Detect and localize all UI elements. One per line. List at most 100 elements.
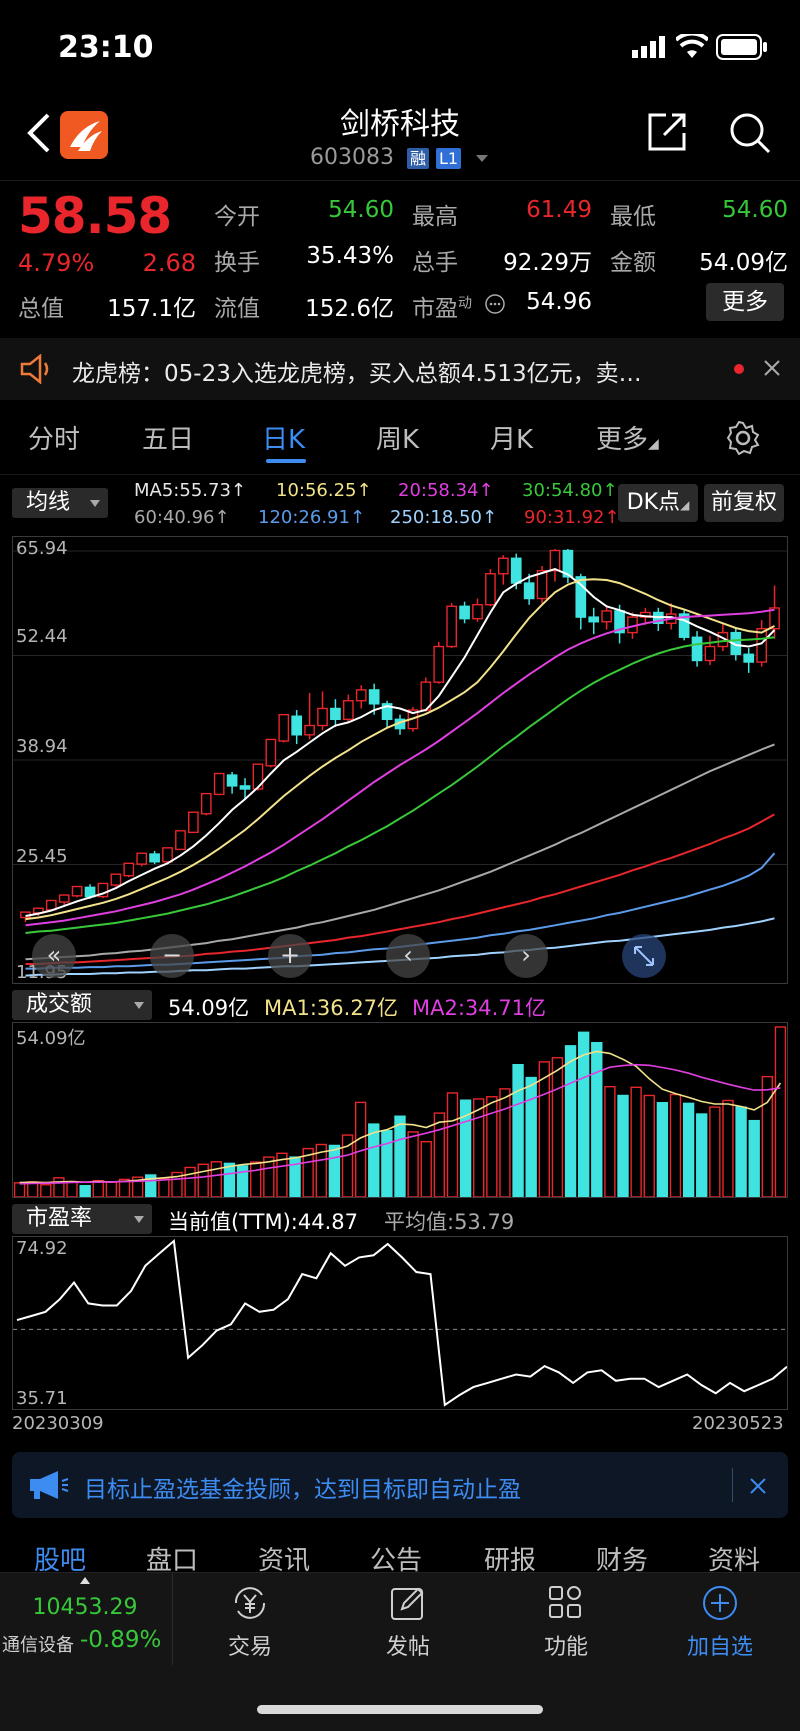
- candle-body: [743, 653, 755, 663]
- search-icon[interactable]: [728, 111, 772, 155]
- candle-body: [601, 610, 612, 623]
- candle-body: [265, 738, 277, 767]
- add-watchlist-button[interactable]: 加自选: [670, 1583, 770, 1661]
- tab-research[interactable]: 研报: [484, 1540, 536, 1572]
- volume-dropdown-label: 成交额: [26, 992, 93, 1017]
- cellular-signal-icon: [632, 36, 665, 58]
- candle-body: [175, 830, 186, 851]
- volume-current: 54.09亿: [168, 996, 250, 1020]
- functions-button[interactable]: 功能: [516, 1583, 616, 1661]
- volume-bar: [263, 1156, 275, 1197]
- zoom-in-button[interactable]: +: [268, 934, 312, 978]
- amount-label: 金额: [610, 250, 656, 276]
- volume-bar: [709, 1106, 721, 1197]
- fullscreen-button[interactable]: [622, 934, 666, 978]
- adjust-button[interactable]: 前复权: [704, 484, 784, 522]
- scroll-left-button[interactable]: ‹: [386, 934, 430, 978]
- pe-y-min: 35.71: [16, 1388, 68, 1409]
- indicator-dropdown[interactable]: 均线: [12, 488, 108, 518]
- pe-average: 平均值:53.79: [384, 1210, 515, 1234]
- volume-bar: [420, 1140, 432, 1197]
- volume-ma1: MA1:36.27亿: [264, 996, 399, 1020]
- fund-ad-banner[interactable]: 目标止盈选基金投顾，达到目标即自动止盈: [12, 1452, 788, 1518]
- trade-label: 交易: [227, 1635, 272, 1660]
- volume-bar: [643, 1094, 655, 1197]
- candle-body: [136, 852, 148, 865]
- volume-bar: [761, 1075, 774, 1197]
- volume-bar: [328, 1144, 341, 1197]
- volume-bar: [564, 1045, 577, 1197]
- pe-indicator-dropdown[interactable]: 市盈率: [12, 1204, 152, 1234]
- candle-body: [188, 811, 199, 834]
- volume-indicator-dropdown[interactable]: 成交额: [12, 990, 152, 1020]
- volume-bar: [669, 1093, 682, 1197]
- tab-forum[interactable]: 股吧: [34, 1540, 86, 1572]
- tab-weekly-k[interactable]: 周K: [376, 419, 419, 456]
- pe-chart[interactable]: [12, 1236, 788, 1410]
- share-icon[interactable]: [646, 111, 688, 153]
- volume-bar: [223, 1162, 236, 1197]
- candle-body: [162, 847, 173, 863]
- dk-point-button[interactable]: DK点◢: [618, 484, 698, 522]
- scroll-left-fast-button[interactable]: «: [32, 934, 76, 978]
- tab-daily-k[interactable]: 日K: [262, 419, 305, 456]
- candle-body: [304, 724, 315, 736]
- ma10-label: 10:56.25↑: [276, 480, 372, 501]
- tab-profile[interactable]: 资料: [708, 1540, 760, 1572]
- volume-bar: [105, 1181, 118, 1197]
- zoom-out-button[interactable]: −: [150, 934, 194, 978]
- tab-finance[interactable]: 财务: [596, 1540, 648, 1572]
- candle-body: [756, 628, 767, 663]
- candle-body: [691, 636, 703, 662]
- add-watchlist-label: 加自选: [686, 1635, 753, 1660]
- candle-body: [58, 894, 70, 903]
- ma90-label: 90:31.92↑: [524, 507, 620, 528]
- tab-five-day[interactable]: 五日: [142, 419, 194, 456]
- current-price: 58.58: [18, 187, 172, 245]
- post-button[interactable]: 发帖: [358, 1583, 458, 1661]
- sector-index-value[interactable]: 10453.29: [0, 1595, 170, 1620]
- tab-monthly-k[interactable]: 月K: [490, 419, 533, 456]
- kline-chart[interactable]: [12, 536, 788, 984]
- candle-body: [200, 792, 212, 815]
- volume-bar: [40, 1184, 52, 1197]
- close-icon[interactable]: [762, 358, 782, 378]
- expand-icon: [634, 946, 654, 966]
- volume-bar: [682, 1102, 695, 1197]
- volume-bar: [722, 1099, 734, 1197]
- pe-label: 市盈动: [412, 289, 472, 323]
- more-button[interactable]: 更多: [706, 283, 784, 321]
- margin-tag: 融: [406, 148, 429, 169]
- wifi-icon: [676, 34, 708, 58]
- speaker-icon: [20, 354, 49, 384]
- tab-orderbook[interactable]: 盘口: [146, 1540, 198, 1572]
- high-value: 61.49: [526, 197, 592, 223]
- sector-index-change: -0.89%: [80, 1627, 162, 1653]
- dragon-tiger-notice[interactable]: 龙虎榜：05-23入选龙虎榜，买入总额4.513亿元，卖…: [0, 338, 800, 400]
- volume-chart[interactable]: [12, 1022, 788, 1198]
- tab-announcements[interactable]: 公告: [370, 1540, 422, 1572]
- ad-close-icon[interactable]: [748, 1476, 768, 1496]
- settings-gear-icon[interactable]: [726, 421, 760, 455]
- pe-date-start: 20230309: [12, 1413, 104, 1434]
- volume-bar: [210, 1161, 223, 1197]
- candle-body: [149, 853, 160, 863]
- pe-info-icon[interactable]: [484, 293, 506, 315]
- tab-more[interactable]: 更多◢: [596, 419, 659, 456]
- notice-dot-icon: [734, 364, 744, 374]
- active-tab-indicator: [266, 459, 306, 463]
- tab-news[interactable]: 资讯: [258, 1540, 310, 1572]
- quote-panel: 58.58 4.79% 2.68 今开 54.60 最高 61.49 最低 54…: [0, 180, 800, 335]
- code-caret-icon[interactable]: [476, 154, 489, 162]
- ma-line-60: [25, 743, 775, 961]
- sector-index-name: 通信设备: [2, 1635, 74, 1656]
- volume-bar: [525, 1076, 537, 1197]
- open-value: 54.60: [328, 197, 394, 223]
- pe-date-end: 20230523: [692, 1413, 784, 1434]
- scroll-right-button[interactable]: ›: [504, 934, 548, 978]
- trade-button[interactable]: 交易: [200, 1583, 300, 1661]
- candle-body: [239, 785, 251, 790]
- ad-divider: [732, 1468, 733, 1502]
- candle-body: [510, 557, 522, 584]
- tab-intraday[interactable]: 分时: [28, 419, 80, 456]
